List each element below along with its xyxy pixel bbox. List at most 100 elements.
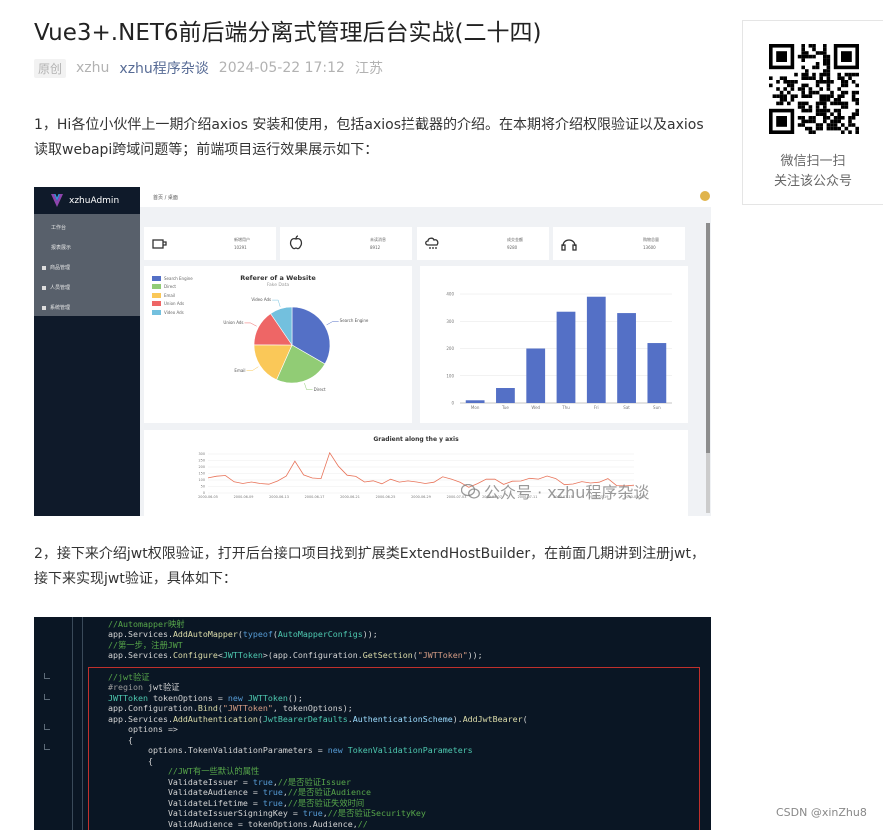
qr-code[interactable]: [769, 44, 859, 134]
qr-module: [855, 72, 859, 77]
stat-label: 成交金额: [507, 237, 523, 242]
scrollbar-thumb[interactable]: [706, 223, 710, 453]
qr-module: [812, 72, 816, 77]
code-token: Configure: [172, 650, 218, 660]
qr-module: [830, 94, 834, 98]
fold-marker-icon[interactable]: [44, 694, 50, 700]
fold-marker-icon[interactable]: [44, 673, 50, 679]
qr-module: [823, 47, 827, 52]
code-token: JwtBearerDefaults: [262, 714, 348, 724]
sidebar-menu-item[interactable]: 报表展示: [34, 238, 140, 258]
qr-module: [826, 94, 831, 98]
code-token: //是否验证SecurityKey: [327, 808, 426, 818]
qr-module: [801, 123, 805, 127]
code-token: app.Services.: [108, 650, 173, 660]
qr-module: [841, 101, 845, 106]
article-title: Vue3+.NET6前后端分离式管理后台实战(二十四): [34, 20, 542, 46]
qr-module: [801, 47, 805, 52]
qr-module: [808, 76, 813, 80]
code-token: options =>: [108, 724, 178, 734]
code-token: ValidateIssuer =: [108, 777, 253, 787]
qr-module: [790, 98, 795, 102]
qr-module: [823, 80, 827, 84]
x-tick-label: Thu: [561, 405, 570, 410]
qr-module: [844, 126, 849, 131]
code-screenshot[interactable]: //Automapper映射 app.Services.AddAutoMapper…: [34, 617, 711, 830]
pie-slice-label: Direct: [313, 386, 326, 392]
qr-module: [776, 94, 780, 98]
csdn-watermark: CSDN @xinZhu8: [776, 806, 867, 819]
qr-module: [797, 101, 802, 106]
qr-module: [848, 72, 852, 77]
qr-module: [805, 54, 809, 59]
qr-module: [801, 65, 805, 70]
qr-module: [826, 58, 831, 62]
qr-module: [815, 112, 820, 116]
qr-module: [823, 98, 827, 102]
qr-module: [805, 94, 809, 98]
qr-module: [808, 126, 813, 131]
qr-module: [790, 83, 795, 88]
sidebar-menu-item[interactable]: 工作台: [34, 218, 140, 238]
qr-module: [805, 51, 809, 55]
qr-module: [787, 80, 791, 84]
y-tick-label: 250: [199, 459, 205, 463]
bar: [586, 296, 606, 403]
dashboard-screenshot[interactable]: xzhuAdmin 工作台报表展示商品管理人员管理系统管理 首页 / 桌面 xz…: [34, 187, 711, 516]
sidebar-menu-item[interactable]: 人员管理: [34, 278, 140, 298]
qr-module: [801, 119, 805, 124]
qr-module: [801, 83, 805, 88]
qr-module: [841, 90, 845, 95]
code-token: ));: [467, 650, 483, 660]
qr-module: [837, 87, 841, 91]
x-tick-label: Fri: [594, 405, 599, 410]
fold-marker-icon[interactable]: [44, 744, 50, 750]
publish-time: 2024-05-22 17:12: [218, 60, 345, 76]
qr-module: [823, 108, 827, 113]
avatar[interactable]: [700, 191, 710, 201]
qr-module: [841, 80, 845, 84]
sidebar-menu-item[interactable]: 系统管理: [34, 298, 140, 318]
code-line: ValidateIssuer = true,//是否验证Issuer: [108, 777, 351, 787]
code-token: new: [327, 745, 343, 755]
y-tick-label: 50: [201, 485, 205, 489]
sidebar-menu-label: 商品管理: [50, 265, 71, 271]
sidebar-menu-item[interactable]: 商品管理: [34, 258, 140, 278]
qr-module: [812, 76, 816, 80]
sidebar-menu-label: 系统管理: [50, 305, 71, 311]
pie-label-line: [326, 321, 339, 326]
qr-module: [797, 87, 802, 91]
qr-module: [819, 101, 823, 106]
qr-module: [779, 76, 784, 80]
qr-module: [801, 105, 805, 109]
qr-module: [833, 108, 838, 113]
code-line: options.TokenValidationParameters = new …: [108, 745, 473, 755]
code-token: //是否验证失效时间: [287, 798, 365, 808]
code-token: true: [302, 808, 323, 818]
qr-module: [851, 112, 856, 116]
qr-module: [812, 116, 816, 120]
qr-module: [844, 105, 849, 109]
qr-module: [841, 76, 845, 80]
qr-module: [823, 69, 827, 73]
qr-module: [801, 101, 805, 106]
qr-module: [812, 54, 816, 59]
qr-module: [805, 108, 809, 113]
account-link[interactable]: xzhu程序杂谈: [119, 58, 208, 78]
qr-line-1: 微信扫一扫: [780, 154, 846, 169]
qr-module: [826, 62, 831, 66]
x-tick-label: 2000-06-09: [234, 495, 254, 499]
qr-module: [805, 72, 809, 77]
app-name: xzhuAdmin: [69, 195, 120, 206]
original-badge: 原创: [34, 58, 67, 78]
qr-module: [837, 76, 841, 80]
paragraph-2: 2，接下来介绍jwt权限验证，打开后台接口项目找到扩展类ExtendHostBu…: [34, 546, 705, 587]
code-token: ValidAudience = tokenOptions.Audience,: [108, 819, 358, 829]
fold-marker-icon[interactable]: [44, 724, 50, 730]
code-line: #region jwt验证: [108, 682, 180, 692]
code-line: JWTToken tokenOptions = new JWTToken();: [108, 693, 303, 703]
indent-guide: [82, 617, 83, 830]
qr-module: [797, 123, 802, 127]
qr-module: [833, 126, 838, 131]
code-token: ();: [287, 693, 303, 703]
